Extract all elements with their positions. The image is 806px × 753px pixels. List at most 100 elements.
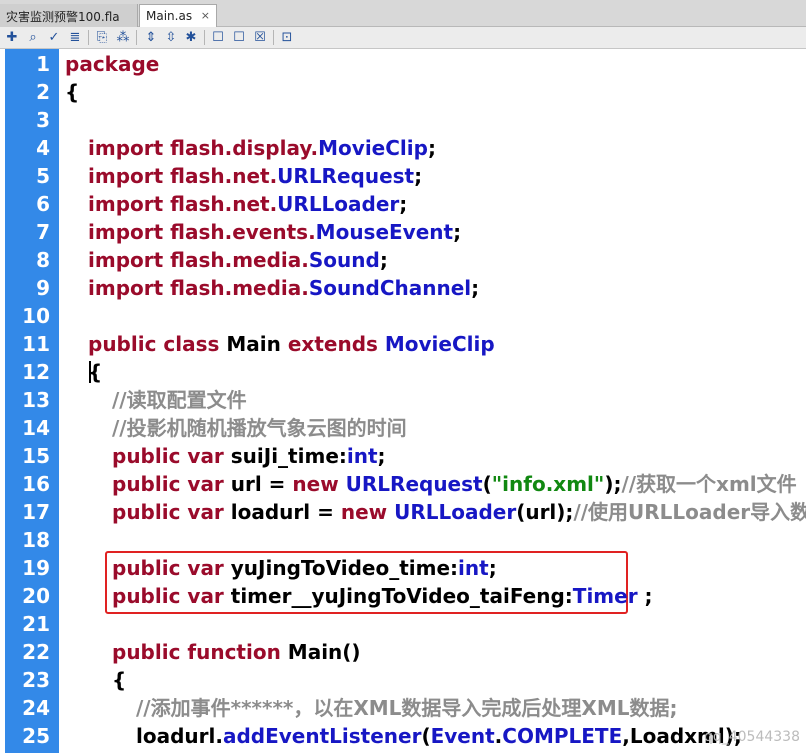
code-token: Event	[430, 724, 495, 748]
code-token: import	[88, 220, 171, 244]
code-token: Main	[226, 332, 288, 356]
code-editor[interactable]: 1 2 3 4 5 6 7 8 9 10 11 12 13 14 15 16 17 18 19 20 21 22 23 24 2…	[0, 49, 806, 753]
code-line[interactable]: import flash.events.MouseEvent;	[88, 218, 461, 246]
code-token: flash.net.	[170, 192, 278, 216]
tab-fla-document[interactable]: 灾害监测预警100.fla	[0, 4, 138, 27]
code-area[interactable]: package{import flash.display.MovieClip; i…	[65, 49, 806, 753]
auto-format-icon[interactable]: ≣	[66, 29, 84, 46]
code-token: flash.display.	[170, 136, 319, 160]
code-line[interactable]: public var suiJi_time:int;	[112, 442, 386, 470]
line-number: 9	[36, 276, 50, 300]
code-line[interactable]: //添加事件******，以在XML数据导入完成后处理XML数据;	[136, 694, 678, 722]
code-line[interactable]: import flash.display.MovieClip;	[88, 134, 436, 162]
code-line[interactable]: //读取配置文件	[112, 386, 247, 414]
code-token: new	[292, 472, 346, 496]
toolbar-separator	[136, 30, 137, 45]
code-line[interactable]: public var loadurl = new URLLoader(url);…	[112, 498, 806, 526]
code-token: //读取配置文件	[112, 388, 247, 412]
code-token: //使用URLLoader导入数据	[573, 500, 806, 524]
code-line[interactable]: //投影机随机播放气象云图的时间	[112, 414, 407, 442]
code-line[interactable]: public function Main()	[112, 638, 361, 666]
tab-main-as-label: Main.as	[146, 9, 193, 23]
line-number: 24	[22, 696, 50, 720]
code-token: flash.net.	[170, 164, 278, 188]
code-token: addEventListener	[222, 724, 422, 748]
code-token: {	[112, 668, 127, 692]
code-line[interactable]: import flash.net.URLLoader;	[88, 190, 407, 218]
code-token: public var	[112, 444, 231, 468]
close-icon[interactable]: ×	[201, 9, 210, 22]
check-syntax-icon[interactable]: ✓	[45, 29, 63, 46]
code-token: (	[421, 724, 431, 748]
code-token: public var	[112, 500, 231, 524]
code-token: URLLoader	[277, 192, 400, 216]
code-token: ;	[379, 248, 388, 272]
line-number: 7	[36, 220, 50, 244]
code-line[interactable]: {	[112, 666, 126, 694]
code-snippets-icon[interactable]: ⁂	[114, 29, 132, 46]
code-token: );	[604, 472, 622, 496]
line-number: 18	[22, 528, 50, 552]
code-token: //获取一个xml文件	[621, 472, 797, 496]
code-token: loadurl =	[230, 500, 341, 524]
code-token: new	[340, 500, 395, 524]
document-tab-bar: 灾害监测预警100.fla Main.as ×	[0, 0, 806, 27]
collapse-between-braces-icon[interactable]: ⇕	[142, 29, 160, 46]
line-number: 21	[22, 612, 50, 636]
code-token: public function	[112, 640, 288, 664]
code-token: Main()	[287, 640, 361, 664]
toolbar-separator	[204, 30, 205, 45]
code-token: Timer	[572, 584, 638, 608]
code-token: import	[88, 192, 171, 216]
code-line[interactable]: {	[88, 358, 102, 386]
code-token: loadurl.	[136, 724, 223, 748]
debug-options-icon[interactable]: ⎘	[93, 29, 111, 46]
code-token: extends	[287, 332, 385, 356]
add-statement-icon[interactable]: ✚	[3, 29, 21, 46]
line-number: 1	[36, 52, 50, 76]
code-line[interactable]: public class Main extends MovieClip	[88, 330, 495, 358]
code-token: timer__yuJingToVideo_taiFeng:	[230, 584, 573, 608]
remove-comment-icon[interactable]: ☒	[251, 29, 269, 46]
code-line[interactable]: public var url = new URLRequest("info.xm…	[112, 470, 797, 498]
expand-all-icon[interactable]: ✱	[182, 29, 200, 46]
code-token: ;	[427, 136, 436, 160]
code-line[interactable]: import flash.net.URLRequest;	[88, 162, 422, 190]
code-token: flash.media.	[170, 276, 309, 300]
line-number: 11	[22, 332, 50, 356]
tab-fla-label: 灾害监测预警100.fla	[6, 10, 120, 24]
line-number: 4	[36, 136, 50, 160]
code-token: ;	[488, 556, 497, 580]
line-number: 15	[22, 444, 50, 468]
code-line[interactable]: package	[65, 50, 159, 78]
code-token: {	[65, 80, 80, 104]
code-line[interactable]: public var timer__yuJingToVideo_taiFeng:…	[112, 582, 653, 610]
code-line[interactable]: loadurl.addEventListener(Event.COMPLETE,…	[136, 722, 742, 750]
code-line[interactable]: import flash.media.SoundChannel;	[88, 274, 479, 302]
line-number: 2	[36, 80, 50, 104]
collapse-selection-icon[interactable]: ⇳	[162, 29, 180, 46]
line-number: 13	[22, 388, 50, 412]
code-token: suiJi_time:	[230, 444, 347, 468]
find-icon[interactable]: ⌕	[24, 29, 42, 46]
show-hide-toolbox-icon[interactable]: ⊡	[278, 29, 296, 46]
code-token: int	[458, 556, 489, 580]
code-token: COMPLETE	[502, 724, 623, 748]
code-token: import	[88, 136, 171, 160]
code-token: Sound	[308, 248, 380, 272]
apply-block-comment-icon[interactable]: ☐	[209, 29, 227, 46]
code-token: import	[88, 164, 171, 188]
tab-main-as[interactable]: Main.as ×	[139, 4, 217, 27]
code-line[interactable]: public var yuJingToVideo_time:int;	[112, 554, 497, 582]
code-token: {	[88, 360, 103, 384]
apply-line-comment-icon[interactable]: ☐	[230, 29, 248, 46]
code-line[interactable]: {	[65, 78, 79, 106]
code-token: MovieClip	[384, 332, 495, 356]
line-number: 20	[22, 584, 50, 608]
line-number: 16	[22, 472, 50, 496]
code-line[interactable]: import flash.media.Sound;	[88, 246, 388, 274]
code-token: URLRequest	[345, 472, 483, 496]
script-toolbar: ✚ ⌕ ✓ ≣ ⎘ ⁂ ⇕ ⇳ ✱ ☐ ☐ ☒ ⊡	[0, 27, 806, 49]
code-token: import	[88, 248, 171, 272]
line-number: 3	[36, 108, 50, 132]
